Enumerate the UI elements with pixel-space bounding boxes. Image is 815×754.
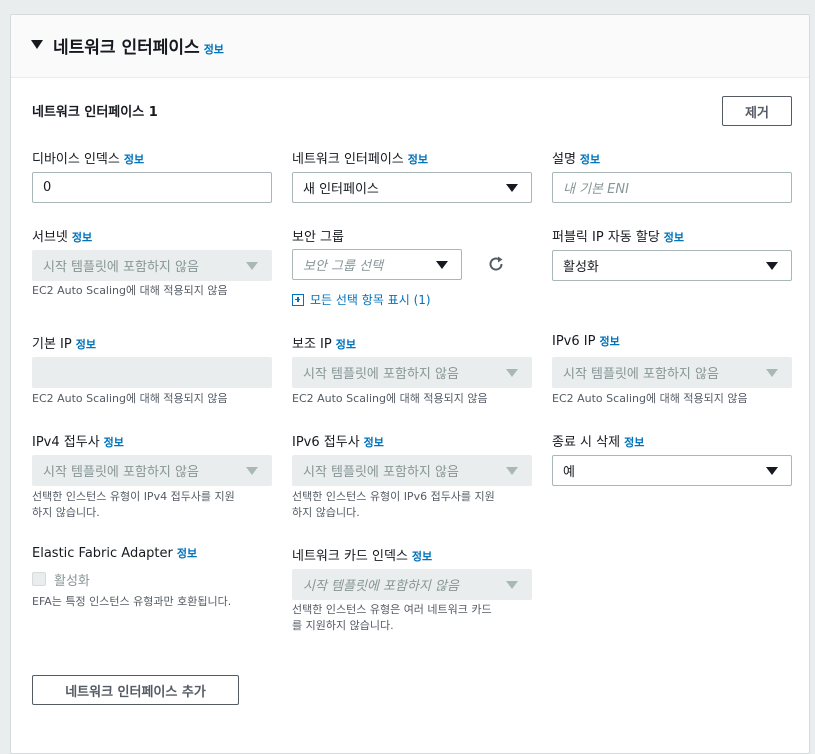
ipv6-ip-select: 시작 템플릿에 포함하지 않음 [552,357,792,388]
subnet-hint: EC2 Auto Scaling에 대해 적용되지 않음 [32,284,228,297]
public-ip-info-link[interactable]: 정보 [664,231,684,244]
subnet-label: 서브넷 정보 [32,230,93,245]
chevron-down-icon [766,368,778,377]
ipv6-prefix-select: 시작 템플릿에 포함하지 않음 [292,455,532,486]
delete-on-termination-label: 종료 시 삭제 정보 [552,435,645,450]
subnet-select: 시작 템플릿에 포함하지 않음 [32,250,272,281]
ipv6-prefix-info-link[interactable]: 정보 [364,436,384,449]
subnet-info-link[interactable]: 정보 [72,231,92,244]
chevron-down-icon [506,368,518,377]
device-index-input[interactable]: 0 [32,172,272,203]
ipv6-prefix-label: IPv6 접두사 정보 [292,435,384,450]
delete-on-termination-select[interactable]: 예 [552,455,792,486]
ipv4-prefix-label: IPv4 접두사 정보 [32,435,124,450]
network-interfaces-panel: 네트워크 인터페이스 정보 네트워크 인터페이스 1 제거 디바이스 인덱스 정보 … [10,14,810,754]
ipv4-prefix-hint: 선택한 인스턴스 유형이 IPv4 접두사를 지원 하지 않습니다. [32,490,235,519]
refresh-icon[interactable] [487,255,505,273]
chevron-down-icon [766,466,778,475]
description-label: 설명 정보 [552,152,601,167]
device-index-info-link[interactable]: 정보 [124,153,144,166]
device-index-label: 디바이스 인덱스 정보 [32,152,145,167]
caret-down-icon[interactable] [31,40,43,49]
chevron-down-icon [506,466,518,475]
secondary-ip-select: 시작 템플릿에 포함하지 않음 [292,357,532,388]
remove-button[interactable]: 제거 [722,96,792,126]
ipv6-prefix-hint: 선택한 인스턴스 유형이 IPv6 접두사를 지원 하지 않습니다. [292,490,495,519]
efa-checkbox-label: 활성화 [54,574,90,589]
efa-label: Elastic Fabric Adapter 정보 [32,546,198,561]
section-info-link[interactable]: 정보 [204,43,224,56]
ipv4-prefix-select: 시작 템플릿에 포함하지 않음 [32,455,272,486]
security-group-select[interactable]: 보안 그룹 선택 [292,249,462,280]
ipv6-ip-label: IPv6 IP 정보 [552,334,620,349]
network-card-index-select: 시작 템플릿에 포함하지 않음 [292,569,532,600]
ipv6-ip-info-link[interactable]: 정보 [599,335,619,348]
description-input[interactable]: 내 기본 ENI [552,172,792,203]
security-group-label: 보안 그룹 [292,230,344,245]
public-ip-label: 퍼블릭 IP 자동 할당 정보 [552,230,685,245]
chevron-down-icon [246,261,258,270]
secondary-ip-hint: EC2 Auto Scaling에 대해 적용되지 않음 [292,392,488,405]
network-interface-info-link[interactable]: 정보 [408,153,428,166]
chevron-down-icon [436,260,448,269]
interface-title: 네트워크 인터페이스 1 [32,105,158,120]
primary-ip-input [32,357,272,388]
section-title: 네트워크 인터페이스 정보 [53,38,224,58]
delete-on-termination-info-link[interactable]: 정보 [624,436,644,449]
show-all-selections-link[interactable]: 모든 선택 항목 표시 (1) [292,291,431,308]
network-interface-label: 네트워크 인터페이스 정보 [292,152,429,167]
ipv6-ip-hint: EC2 Auto Scaling에 대해 적용되지 않음 [552,392,748,405]
network-card-index-info-link[interactable]: 정보 [412,550,432,563]
public-ip-select[interactable]: 활성화 [552,250,792,281]
primary-ip-hint: EC2 Auto Scaling에 대해 적용되지 않음 [32,392,228,405]
chevron-down-icon [506,183,518,192]
plus-box-icon [292,293,304,306]
secondary-ip-label: 보조 IP 정보 [292,337,356,352]
add-network-interface-button[interactable]: 네트워크 인터페이스 추가 [32,675,239,705]
network-interface-select[interactable]: 새 인터페이스 [292,172,532,203]
chevron-down-icon [246,466,258,475]
ipv4-prefix-info-link[interactable]: 정보 [104,436,124,449]
network-card-index-hint: 선택한 인스턴스 유형은 여러 네트워크 카드 를 지원하지 않습니다. [292,603,492,632]
network-card-index-label: 네트워크 카드 인덱스 정보 [292,549,433,564]
primary-ip-info-link[interactable]: 정보 [76,338,96,351]
section-header[interactable]: 네트워크 인터페이스 정보 [11,15,809,78]
efa-checkbox [32,572,46,586]
chevron-down-icon [766,261,778,270]
secondary-ip-info-link[interactable]: 정보 [336,338,356,351]
description-info-link[interactable]: 정보 [580,153,600,166]
efa-info-link[interactable]: 정보 [177,547,197,560]
primary-ip-label: 기본 IP 정보 [32,337,96,352]
chevron-down-icon [506,580,518,589]
efa-hint: EFA는 특정 인스턴스 유형과만 호환됩니다. [32,595,232,608]
